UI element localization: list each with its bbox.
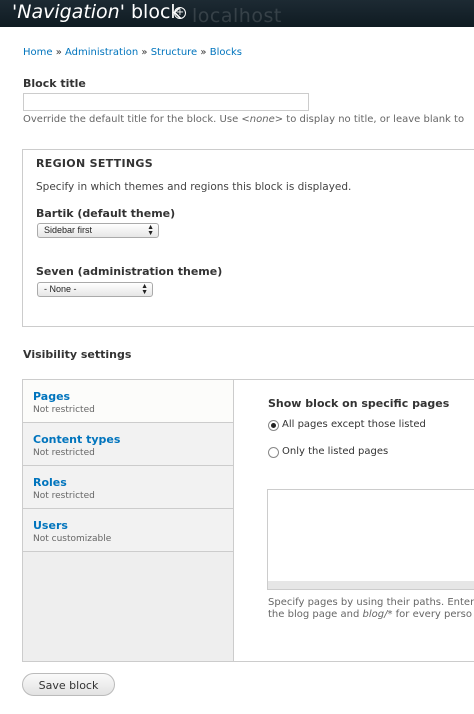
- page-title: 'Navigation' block: [12, 1, 182, 23]
- select-arrows-icon: ▲ ▼: [141, 283, 148, 296]
- tab-content-types-title: Content types: [33, 433, 121, 446]
- tab-roles[interactable]: Roles Not restricted: [23, 466, 233, 509]
- bartik-region-value: Sidebar first: [44, 225, 93, 235]
- tab-roles-summary: Not restricted: [33, 491, 95, 501]
- bartik-region-label: Bartik (default theme): [36, 207, 176, 220]
- region-settings-legend: REGION SETTINGS: [36, 157, 153, 170]
- tab-users-title: Users: [33, 519, 68, 532]
- block-title-description: Override the default title for the block…: [23, 114, 465, 125]
- bartik-region-select[interactable]: Sidebar first ▲ ▼: [37, 223, 159, 238]
- tab-users-summary: Not customizable: [33, 534, 112, 544]
- breadcrumb-home[interactable]: Home: [23, 47, 53, 58]
- region-settings-fieldset: [22, 149, 474, 327]
- breadcrumb-blocks[interactable]: Blocks: [210, 47, 242, 58]
- tab-pages-title: Pages: [33, 390, 71, 403]
- breadcrumb-administration[interactable]: Administration: [65, 47, 138, 58]
- tab-pages-summary: Not restricted: [33, 405, 95, 415]
- page-title-block-name: Navigation: [17, 1, 120, 23]
- add-shortcut-icon[interactable]: +: [174, 7, 186, 19]
- block-title-label: Block title: [23, 77, 86, 90]
- page-title-suffix: block: [124, 1, 182, 23]
- region-settings-description: Specify in which themes and regions this…: [36, 181, 352, 193]
- vertical-tabs-menu: Pages Not restricted Content types Not r…: [23, 380, 234, 661]
- tab-users[interactable]: Users Not customizable: [23, 509, 233, 552]
- pages-textarea[interactable]: [267, 489, 474, 586]
- tab-content-types[interactable]: Content types Not restricted: [23, 423, 233, 466]
- seven-region-value: - None -: [44, 284, 77, 294]
- pages-pane-heading: Show block on specific pages: [268, 397, 450, 410]
- textarea-resize-handle[interactable]: [267, 581, 474, 590]
- block-title-input[interactable]: [23, 93, 309, 111]
- radio-all-pages-except[interactable]: [268, 420, 279, 431]
- visibility-settings-heading: Visibility settings: [23, 348, 132, 361]
- save-block-button[interactable]: Save block: [22, 673, 115, 696]
- pages-description-line2: the blog page and blog/* for every perso: [268, 609, 472, 620]
- seven-region-label: Seven (administration theme): [36, 265, 223, 278]
- breadcrumb: Home » Administration » Structure » Bloc…: [23, 47, 242, 58]
- tab-roles-title: Roles: [33, 476, 67, 489]
- watermark: localhost: [192, 5, 282, 27]
- radio-only-listed-pages[interactable]: [268, 447, 279, 458]
- select-arrows-icon: ▲ ▼: [147, 224, 154, 237]
- seven-region-select[interactable]: - None - ▲ ▼: [37, 282, 153, 297]
- radio-only-listed-pages-label[interactable]: Only the listed pages: [282, 446, 388, 457]
- page-header: 'Navigation' block + localhost: [0, 0, 474, 27]
- breadcrumb-structure[interactable]: Structure: [151, 47, 198, 58]
- radio-all-pages-except-label[interactable]: All pages except those listed: [282, 419, 426, 430]
- radio-checked-dot: [271, 423, 276, 428]
- tab-pages[interactable]: Pages Not restricted: [23, 380, 233, 423]
- tab-content-types-summary: Not restricted: [33, 448, 95, 458]
- pages-description-line1: Specify pages by using their paths. Ente…: [268, 597, 474, 608]
